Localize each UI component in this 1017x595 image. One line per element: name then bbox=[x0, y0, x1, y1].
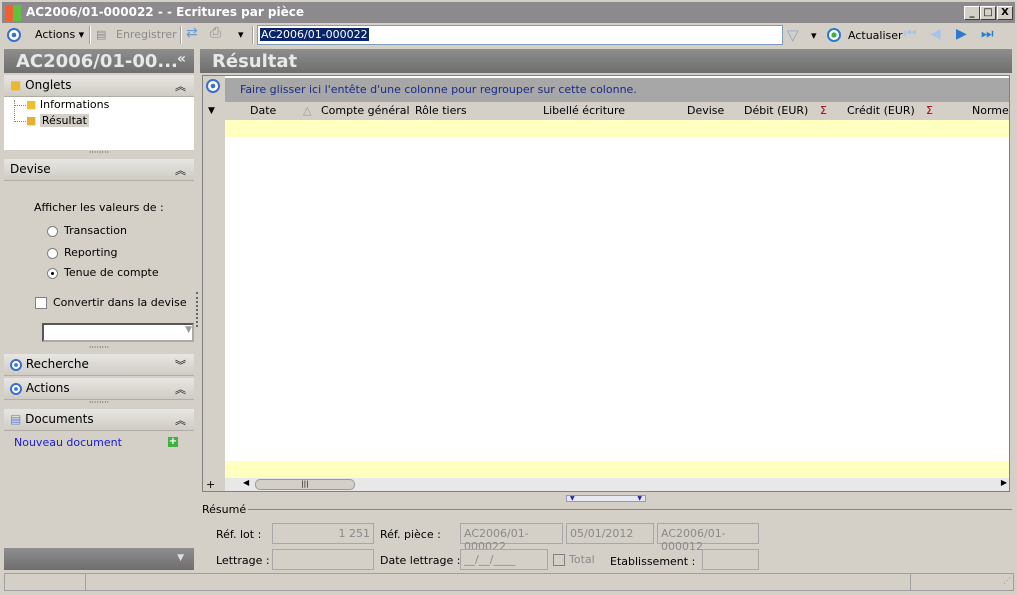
last-record-icon[interactable]: ⏭ bbox=[981, 26, 994, 42]
save-icon: ▤ bbox=[96, 28, 107, 41]
column-chooser-icon[interactable]: ▼ bbox=[208, 106, 215, 116]
sort-asc-icon: △ bbox=[303, 104, 312, 117]
currency-select[interactable]: ▼ bbox=[42, 323, 194, 342]
col-credit[interactable]: Crédit (EUR) bbox=[847, 104, 915, 117]
collapse-icon[interactable]: ︽ bbox=[175, 381, 186, 397]
previous-record-icon[interactable]: ◀ bbox=[930, 26, 941, 42]
grid-menu-icon[interactable] bbox=[206, 79, 220, 93]
expand-icon[interactable]: ︾ bbox=[175, 357, 186, 373]
horizontal-scrollbar[interactable]: ||| ▶ ◀ bbox=[225, 478, 1009, 491]
left-bottom-bar: ▼ bbox=[4, 548, 194, 570]
search-input[interactable]: AC2006/01-000022 bbox=[257, 25, 783, 45]
resume-label: Résumé bbox=[202, 503, 249, 516]
ref-piece2-field[interactable]: AC2006/01-000012 bbox=[657, 523, 759, 553]
maximize-button[interactable]: □ bbox=[980, 6, 996, 20]
collapse-icon[interactable]: ︽ bbox=[175, 162, 186, 178]
folder-icon: ■ bbox=[10, 78, 22, 92]
documents-header[interactable]: ▤ Documents ︽ bbox=[4, 409, 194, 431]
document-icon: ▤ bbox=[10, 412, 22, 426]
results-grid: Faire glisser ici l'entête d'une colonne… bbox=[202, 75, 1010, 492]
print-icon[interactable]: ⎙ bbox=[210, 25, 221, 41]
circle-icon bbox=[10, 358, 22, 371]
add-row-button[interactable]: + bbox=[206, 478, 215, 491]
etablissement-label: Etablissement : bbox=[610, 555, 696, 568]
folder-icon: ■ bbox=[26, 98, 37, 111]
record-title: AC2006/01-00... « bbox=[4, 49, 194, 73]
tabs-tree: ■ Informations ■ Résultat bbox=[4, 97, 194, 150]
actions-menu[interactable]: Actions ▾ bbox=[35, 28, 84, 41]
col-norme[interactable]: Norme bbox=[972, 104, 1009, 117]
first-record-icon[interactable]: ⏮ bbox=[904, 26, 917, 42]
radio-tenue-de-compte[interactable]: Tenue de compte bbox=[47, 266, 159, 279]
ref-piece-label: Réf. pièce : bbox=[380, 528, 441, 541]
refresh-button[interactable]: Actualiser bbox=[848, 29, 903, 42]
close-button[interactable]: X bbox=[997, 6, 1013, 20]
splitter[interactable]: ········ bbox=[4, 344, 194, 352]
sum-icon[interactable]: Σ bbox=[820, 104, 827, 117]
next-record-icon[interactable]: ▶ bbox=[956, 26, 967, 42]
print-dropdown-icon[interactable]: ▾ bbox=[238, 28, 244, 41]
title-bar: AC2006/01-000022 - - Ecritures par pièce… bbox=[0, 0, 1017, 23]
ref-lot-field[interactable]: 1 251 bbox=[272, 523, 374, 544]
ref-lot-label: Réf. lot : bbox=[216, 528, 262, 541]
convert-checkbox[interactable]: Convertir dans la devise bbox=[35, 296, 187, 309]
date-field[interactable]: 05/01/2012 bbox=[566, 523, 654, 544]
date-lettrage-field[interactable]: __/__/____ bbox=[460, 549, 548, 570]
scroll-thumb[interactable]: ||| bbox=[255, 479, 355, 490]
sum-icon[interactable]: Σ bbox=[926, 104, 933, 117]
actions-header[interactable]: Actions ︽ bbox=[4, 378, 194, 400]
ref-piece-field[interactable]: AC2006/01-000022 bbox=[460, 523, 563, 553]
minimize-button[interactable]: _ bbox=[964, 6, 980, 20]
refresh-icon[interactable] bbox=[827, 28, 841, 42]
col-libelle[interactable]: Libellé écriture bbox=[543, 104, 625, 117]
radio-reporting[interactable]: Reporting bbox=[47, 246, 117, 259]
menu-circle-icon[interactable] bbox=[7, 28, 21, 42]
filter-icon[interactable]: ▽ bbox=[787, 26, 799, 44]
folder-open-icon: ■ bbox=[26, 114, 37, 127]
col-devise[interactable]: Devise bbox=[687, 104, 724, 117]
onglets-header[interactable]: ■ Onglets ︽ bbox=[4, 75, 194, 97]
splitter[interactable]: ········ bbox=[4, 149, 194, 157]
save-button[interactable]: Enregistrer bbox=[116, 28, 177, 41]
main-title: Résultat bbox=[200, 49, 1012, 73]
etablissement-field[interactable] bbox=[702, 549, 759, 570]
summary-row bbox=[225, 461, 1009, 478]
col-debit[interactable]: Débit (EUR) bbox=[744, 104, 808, 117]
col-compte-general[interactable]: Compte général bbox=[321, 104, 410, 117]
filter-dropdown-icon[interactable]: ▾ bbox=[811, 29, 817, 42]
lettrage-field[interactable] bbox=[272, 549, 374, 570]
filter-row[interactable] bbox=[225, 120, 1009, 137]
collapse-icon[interactable]: ︽ bbox=[175, 78, 186, 94]
status-bar: ⋰ bbox=[4, 573, 1014, 591]
new-document-link[interactable]: Nouveau document bbox=[14, 436, 122, 449]
tree-item-informations[interactable]: ■ Informations bbox=[26, 98, 109, 111]
col-role-tiers[interactable]: Rôle tiers bbox=[415, 104, 467, 117]
resize-grip-icon[interactable]: ⋰ bbox=[1003, 576, 1011, 585]
collapse-icon[interactable]: ︽ bbox=[175, 412, 186, 428]
collapse-left-button[interactable]: « bbox=[177, 51, 186, 67]
col-date[interactable]: Date bbox=[250, 104, 276, 117]
window-title: AC2006/01-000022 - - Ecritures par pièce bbox=[26, 5, 305, 19]
recherche-header[interactable]: Recherche ︾ bbox=[4, 354, 194, 376]
app-icon bbox=[5, 5, 21, 21]
panel-splitter[interactable]: ▼ ▼ bbox=[566, 495, 646, 502]
total-checkbox[interactable]: Total bbox=[553, 553, 595, 566]
sync-icon[interactable]: ⇄ bbox=[186, 25, 198, 41]
circle-icon bbox=[10, 382, 22, 395]
actions-label: Actions bbox=[35, 28, 76, 41]
vertical-splitter[interactable] bbox=[196, 292, 198, 327]
splitter[interactable]: ········ bbox=[4, 399, 194, 407]
chevron-down-icon: ▼ bbox=[185, 325, 192, 335]
radio-transaction[interactable]: Transaction bbox=[47, 224, 127, 237]
devise-header[interactable]: Devise ︽ bbox=[4, 159, 194, 181]
date-lettrage-label: Date lettrage : bbox=[380, 554, 461, 567]
tree-item-resultat[interactable]: ■ Résultat bbox=[26, 114, 89, 127]
devise-prompt: Afficher les valeurs de : bbox=[34, 201, 164, 214]
lettrage-label: Lettrage : bbox=[216, 554, 270, 567]
chevron-down-icon[interactable]: ▼ bbox=[177, 553, 184, 563]
group-by-area[interactable]: Faire glisser ici l'entête d'une colonne… bbox=[225, 78, 1009, 102]
add-icon[interactable]: + bbox=[168, 437, 178, 447]
